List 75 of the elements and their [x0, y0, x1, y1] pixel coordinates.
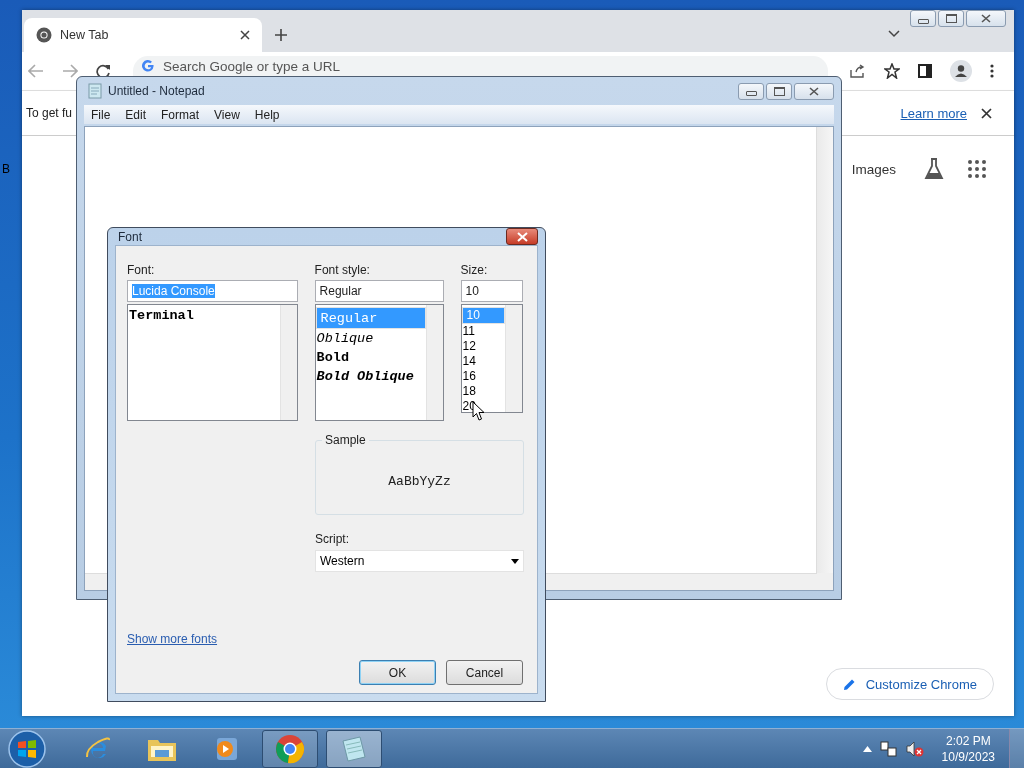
list-item[interactable]: Bold Oblique [315, 367, 426, 386]
taskbar-button[interactable] [262, 729, 318, 768]
maximize-button[interactable] [938, 10, 964, 27]
close-button[interactable] [966, 10, 1006, 27]
clock-date[interactable]: 10/9/2023 [941, 748, 995, 765]
scrollbar[interactable] [425, 305, 443, 420]
dialog-title: Font [118, 229, 142, 244]
star-icon[interactable] [884, 63, 900, 79]
list-item[interactable]: 14 [461, 354, 505, 369]
close-icon [809, 86, 819, 96]
vertical-scrollbar[interactable] [816, 127, 833, 573]
script-dropdown[interactable]: Western [315, 550, 524, 572]
flask-icon[interactable] [924, 158, 944, 180]
window-title: Untitled - Notepad [108, 84, 205, 98]
side-panel-icon[interactable] [918, 64, 932, 78]
customize-chrome-button[interactable]: Customize Chrome [825, 668, 994, 700]
volume-muted-icon[interactable] [905, 739, 924, 758]
text-field[interactable]: 10 [460, 280, 523, 302]
close-icon [516, 231, 528, 242]
sample-text: AaBbYyZz [388, 474, 451, 489]
notepad-icon [88, 83, 102, 99]
menu-item[interactable]: Help [254, 107, 280, 122]
show-more-fonts-link[interactable]: Show more fonts [127, 632, 218, 646]
clock-time[interactable]: 2:02 PM [945, 732, 991, 749]
browser-tab[interactable]: New Tab [24, 18, 262, 52]
list-item[interactable]: 16 [461, 369, 505, 384]
ok-button[interactable]: OK [359, 660, 436, 685]
close-icon [981, 14, 991, 23]
scrollbar[interactable] [279, 305, 297, 420]
learn-more-link[interactable]: Learn more [900, 105, 967, 121]
pencil-icon [842, 677, 856, 691]
field-label: Size: [460, 263, 489, 279]
list-item[interactable]: Bold [315, 348, 426, 367]
minimize-button[interactable] [738, 82, 764, 100]
list-item[interactable]: Terminal [128, 306, 280, 325]
menu-icon[interactable] [990, 64, 994, 78]
menu-item[interactable]: File [91, 107, 111, 122]
menu-item[interactable]: Format [161, 107, 200, 122]
close-button[interactable] [506, 228, 538, 245]
chrome-logo-icon [36, 27, 52, 43]
field-label: Script: [315, 532, 350, 548]
close-icon[interactable] [240, 30, 250, 40]
maximize-button[interactable] [766, 82, 792, 100]
profile-icon[interactable] [950, 60, 972, 82]
info-text: To get fu [26, 106, 73, 120]
caret-up-icon[interactable] [862, 745, 872, 752]
text-field[interactable]: Regular [314, 280, 444, 302]
minimize-button[interactable] [910, 10, 936, 27]
list-item[interactable]: 11 [461, 324, 505, 339]
google-logo-icon [141, 59, 155, 73]
network-icon[interactable] [879, 739, 898, 758]
list-item[interactable]: 12 [461, 339, 505, 354]
menu-item[interactable]: Edit [125, 107, 147, 122]
close-icon[interactable] [981, 107, 992, 119]
new-tab-icon[interactable] [274, 28, 288, 42]
caret-down-icon [511, 558, 519, 564]
field-label: Font style: [314, 263, 371, 279]
notepad-icon [340, 734, 368, 763]
taskbar-button[interactable] [326, 729, 382, 768]
images-link[interactable]: Images [851, 161, 896, 177]
chrome-logo-icon [275, 733, 305, 764]
group-label: Sample [322, 433, 369, 447]
menu-item[interactable]: View [214, 107, 240, 122]
close-button[interactable] [794, 82, 834, 100]
list-item[interactable]: Oblique [315, 329, 426, 348]
apps-grid-icon[interactable] [968, 160, 986, 178]
chevron-down-icon[interactable] [888, 30, 900, 38]
desktop-text: B [2, 162, 10, 176]
share-icon[interactable] [850, 64, 866, 78]
field-label: Font: [127, 263, 156, 279]
cancel-button[interactable]: Cancel [446, 660, 523, 685]
list-item[interactable]: 18 [461, 384, 505, 399]
scrollbar[interactable] [505, 305, 522, 412]
address-bar[interactable]: Search Google or type a URL [133, 56, 828, 76]
start-button[interactable] [8, 729, 46, 768]
